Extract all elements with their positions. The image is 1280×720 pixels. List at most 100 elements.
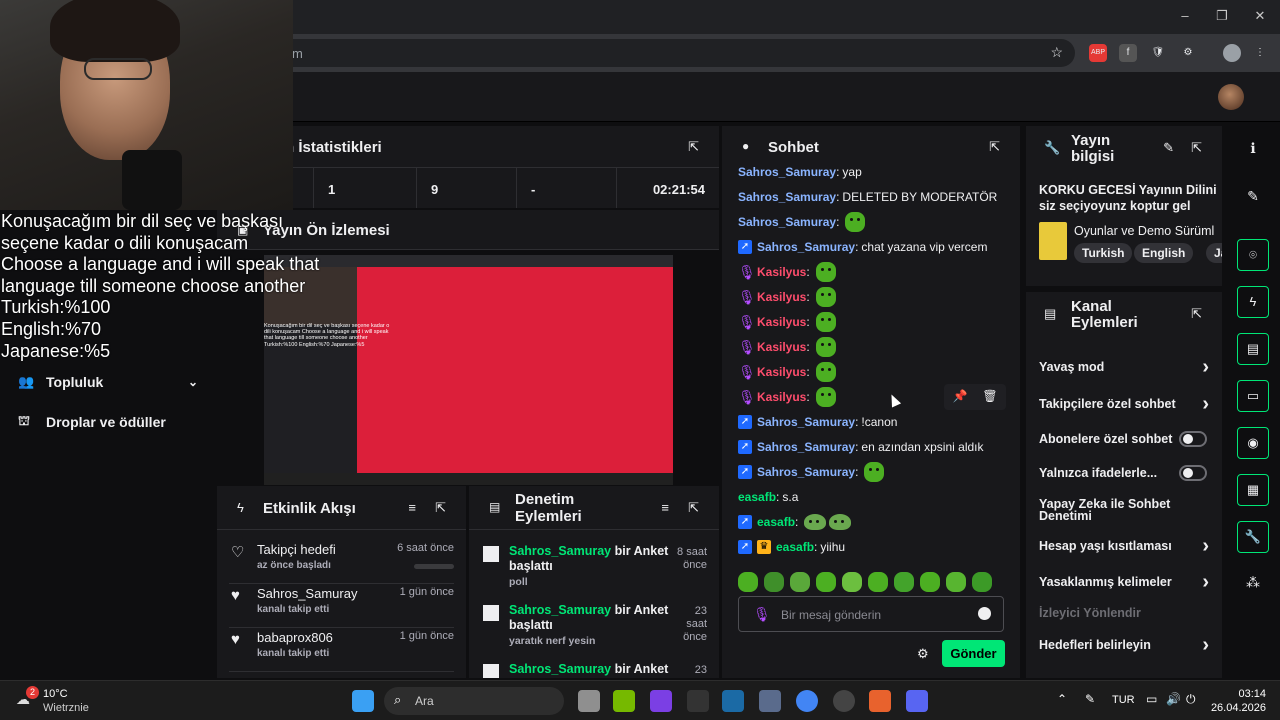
toggle-switch[interactable] xyxy=(1179,431,1207,447)
address-bar[interactable]: m ☆ xyxy=(270,39,1075,67)
emote-icon[interactable] xyxy=(764,572,784,592)
tray-chevron-icon[interactable]: ⌃ xyxy=(1057,692,1067,706)
list-item[interactable]: ♥ Sahros_Samuray kanalı takip etti 1 gün… xyxy=(229,584,454,628)
emote-icon[interactable] xyxy=(864,462,885,482)
system-clock[interactable]: 03:14 26.04.2026 xyxy=(1211,687,1266,715)
menu-dots-icon[interactable]: ⋮ xyxy=(1251,44,1269,62)
pin-icon[interactable]: 📌 xyxy=(952,389,968,405)
network-icon[interactable]: ▭ xyxy=(1146,692,1157,706)
chat-message[interactable]: 🎙 Kasilyus: xyxy=(738,360,1008,384)
emote-icon[interactable] xyxy=(816,572,836,592)
emote-icon[interactable] xyxy=(842,572,862,592)
battery-icon[interactable]: ⏻ xyxy=(1186,692,1196,707)
broadcast-icon[interactable]: ◉ xyxy=(1237,427,1269,459)
list-item[interactable]: ♡ Takipçi hedefi az önce başladı 6 saat … xyxy=(229,540,454,584)
channel-action-row[interactable]: Yalnızca ifadelerle... xyxy=(1039,458,1209,488)
chat-username[interactable]: Sahros_Samuray xyxy=(757,465,855,479)
emote-icon[interactable] xyxy=(738,572,758,592)
popout-icon[interactable]: ⇱ xyxy=(435,500,446,516)
tag-chip[interactable]: Turkish xyxy=(1074,243,1133,263)
lightning-icon[interactable]: ϟ xyxy=(1237,286,1269,318)
discord-icon[interactable] xyxy=(906,690,928,712)
chat-message[interactable]: easafb: s.a xyxy=(738,485,1008,509)
chat-username[interactable]: Sahros_Samuray xyxy=(738,190,836,204)
sidebar-item-drops[interactable]: ⛫ Droplar ve ödüller xyxy=(18,410,198,434)
volume-icon[interactable]: 🔊 xyxy=(1166,692,1181,706)
add-panel-icon[interactable]: ⁂ xyxy=(1237,566,1269,598)
emote-icon[interactable] xyxy=(920,572,940,592)
language-indicator[interactable]: TUR xyxy=(1112,694,1135,706)
chat-message[interactable]: ➚ ♛ easafb: yiihu xyxy=(738,535,1008,559)
emote-icon[interactable] xyxy=(845,212,866,232)
nvidia-icon[interactable] xyxy=(613,690,635,712)
channel-action-row[interactable]: Takipçilere özel sohbet › xyxy=(1039,389,1209,419)
emote-icon[interactable] xyxy=(815,262,836,282)
emote-picker-icon[interactable] xyxy=(978,607,991,620)
chat-message[interactable]: 🎙 Kasilyus: xyxy=(738,310,1008,334)
visual-studio-icon[interactable] xyxy=(650,690,672,712)
sidebar-item-community[interactable]: 👥 Topluluk ⌄ xyxy=(18,370,198,394)
pencil-icon[interactable]: ✎ xyxy=(1237,180,1269,212)
app-icon[interactable] xyxy=(759,690,781,712)
chat-username[interactable]: Kasilyus xyxy=(757,315,806,329)
emote-icon[interactable] xyxy=(790,572,810,592)
chat-username[interactable]: Sahros_Samuray xyxy=(757,240,855,254)
channel-action-row[interactable]: Yasaklanmış kelimeler › xyxy=(1039,567,1209,597)
channel-action-row[interactable]: Abonelere özel sohbet xyxy=(1039,424,1209,454)
chat-username[interactable]: Kasilyus xyxy=(757,390,806,404)
emote-icon[interactable] xyxy=(946,572,966,592)
channel-icon[interactable]: ▦ xyxy=(1237,474,1269,506)
obs-icon[interactable] xyxy=(833,690,855,712)
list-item[interactable]: ♥ babaprox806 kanalı takip etti 1 gün ön… xyxy=(229,628,454,672)
emote-icon[interactable] xyxy=(815,387,836,407)
info-icon[interactable]: ℹ xyxy=(1237,132,1269,164)
chat-username[interactable]: Kasilyus xyxy=(757,365,806,379)
edit-icon[interactable]: ✎ xyxy=(1163,140,1174,156)
chat-username[interactable]: Kasilyus xyxy=(757,265,806,279)
chat-icon[interactable]: ▭ xyxy=(1237,380,1269,412)
profile-icon[interactable] xyxy=(1223,44,1241,62)
epic-games-icon[interactable] xyxy=(687,690,709,712)
emote-icon[interactable] xyxy=(815,312,836,332)
tag-chip[interactable]: Ja xyxy=(1206,243,1222,263)
trash-icon[interactable]: 🗑 xyxy=(982,389,998,405)
shield-extension-icon[interactable]: 🛡 xyxy=(1149,44,1167,62)
channel-action-row[interactable]: Yavaş mod › xyxy=(1039,352,1209,382)
send-button[interactable]: Gönder xyxy=(942,640,1005,667)
chat-message[interactable]: ➚ Sahros_Samuray: xyxy=(738,460,1008,484)
chat-message[interactable]: ➚ Sahros_Samuray: en azından xpsini aldık xyxy=(738,435,1008,459)
popout-icon[interactable]: ⇱ xyxy=(1191,140,1202,156)
list-item[interactable]: Sahros_Samuray bir Anket başlattı yaratı… xyxy=(481,601,707,657)
camera-icon[interactable]: ⌾ xyxy=(1237,239,1269,271)
maximize-button[interactable]: ❐ xyxy=(1207,8,1237,26)
chat-username[interactable]: Sahros_Samuray xyxy=(738,215,836,229)
chat-message[interactable]: 🎙 Kasilyus: xyxy=(738,285,1008,309)
taskbar-search[interactable]: ⌕ Ara xyxy=(384,687,564,715)
list-item[interactable]: Sahros_Samuray bir Anket başlattı poll 8… xyxy=(481,542,707,598)
chat-message[interactable]: ➚ Sahros_Samuray: chat yazana vip vercem xyxy=(738,235,1008,259)
chat-username[interactable]: Kasilyus xyxy=(757,290,806,304)
bookmark-star-icon[interactable]: ☆ xyxy=(1050,44,1063,61)
emote-icon[interactable] xyxy=(815,337,836,357)
toggle-switch[interactable] xyxy=(1179,465,1207,481)
chat-input[interactable]: 🎙 Bir mesaj gönderin xyxy=(738,596,1004,632)
stream-preview-video[interactable]: Konuşacağım bir dil seç ve başkası seçen… xyxy=(264,255,673,485)
list-item[interactable]: Sahros_Samuray bir Anket 23 saat xyxy=(481,660,707,678)
filter-icon[interactable]: ≡ xyxy=(661,500,669,515)
chat-username[interactable]: Kasilyus xyxy=(757,340,806,354)
chat-username[interactable]: Sahros_Samuray xyxy=(757,415,855,429)
adblock-extension-icon[interactable]: ABP xyxy=(1089,44,1107,62)
chat-message[interactable]: Sahros_Samuray: DELETED BY MODERATÖR xyxy=(738,185,1008,209)
start-icon[interactable] xyxy=(352,690,374,712)
channel-action-row[interactable]: Hesap yaşı kısıtlaması › xyxy=(1039,531,1209,561)
tag-chip[interactable]: English xyxy=(1134,243,1194,263)
popout-icon[interactable]: ⇱ xyxy=(688,139,699,155)
chat-username[interactable]: easafb xyxy=(757,515,795,529)
popout-icon[interactable]: ⇱ xyxy=(688,500,699,516)
channel-action-row[interactable]: Yapay Zeka ile Sohbet Denetimi⇱ xyxy=(1039,495,1189,525)
steam-icon[interactable] xyxy=(722,690,744,712)
emote-icon[interactable] xyxy=(829,514,852,530)
close-button[interactable]: ✕ xyxy=(1245,8,1275,26)
chat-username[interactable]: easafb xyxy=(738,490,776,504)
pen-icon[interactable]: ✎ xyxy=(1085,692,1095,706)
